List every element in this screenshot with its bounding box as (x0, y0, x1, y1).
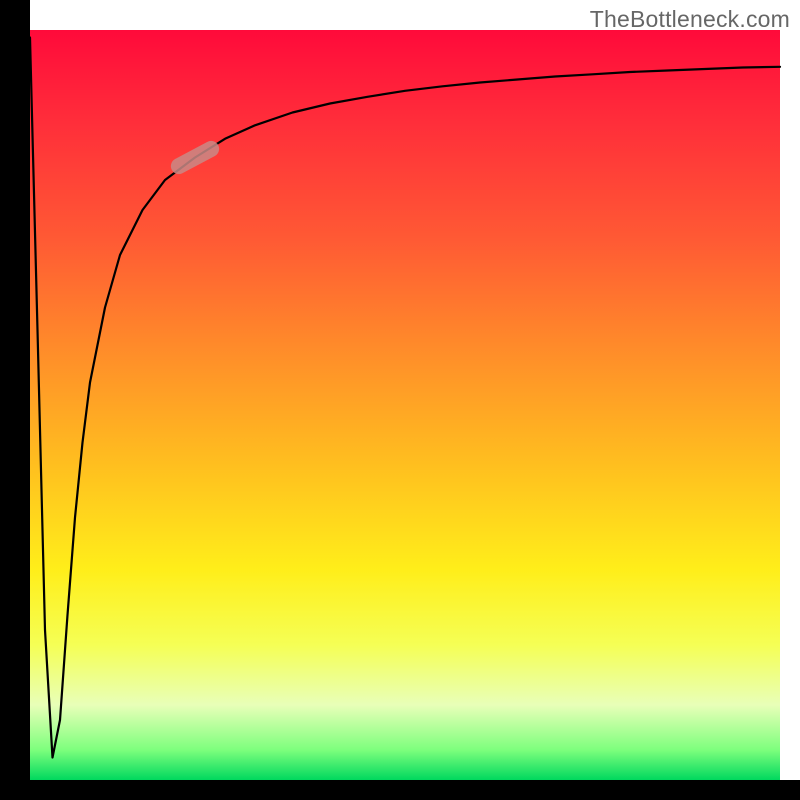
chart-stage: TheBottleneck.com (0, 0, 800, 800)
curve-marker (168, 138, 222, 177)
x-axis (0, 780, 800, 800)
curve-layer (30, 30, 780, 780)
watermark-text: TheBottleneck.com (590, 6, 790, 33)
bottleneck-curve (30, 38, 780, 758)
y-axis (0, 0, 30, 780)
